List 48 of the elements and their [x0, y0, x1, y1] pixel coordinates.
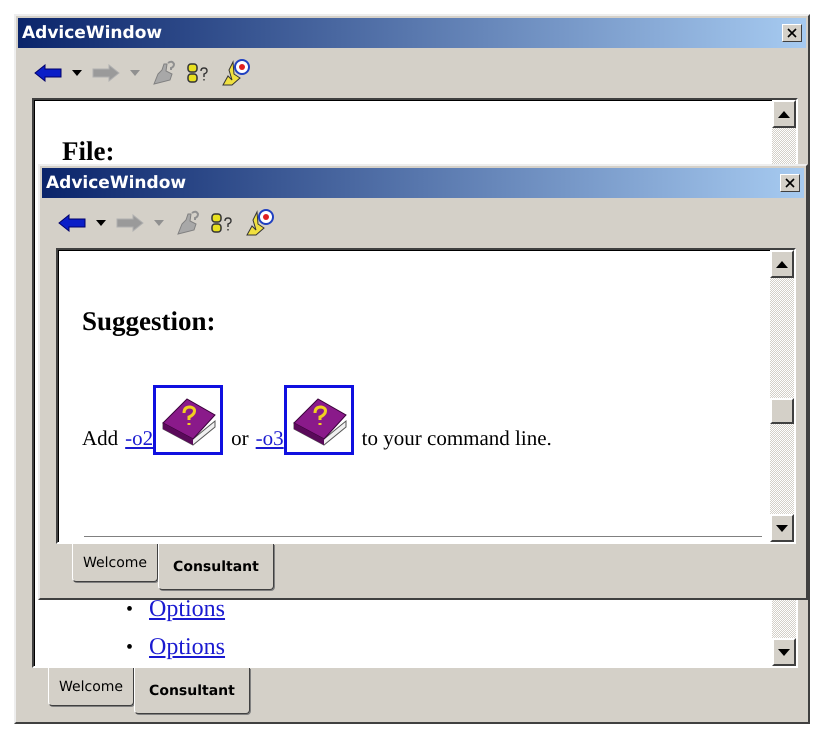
close-icon [787, 28, 797, 38]
target-icon [220, 58, 250, 88]
tab[interactable]: Welcome [72, 544, 158, 582]
toolbar-button[interactable] [32, 62, 64, 84]
forward-arrow-icon [116, 214, 144, 232]
options-link[interactable]: Options [149, 628, 226, 666]
target-icon [244, 208, 274, 238]
section-heading: Suggestion: [82, 306, 216, 337]
toolbar-button[interactable] [56, 212, 88, 234]
down-arrow-icon [778, 648, 790, 656]
option-link[interactable]: -o3 [256, 426, 284, 451]
caret-icon [154, 220, 164, 226]
sentence-text: Add [82, 426, 118, 451]
help-icon [186, 62, 210, 84]
window-title: AdviceWindow [22, 23, 162, 43]
help-book-icon[interactable] [153, 385, 224, 455]
tab[interactable]: Consultant [134, 668, 250, 714]
sentence-text: or [231, 426, 249, 451]
section-heading: File: [62, 136, 114, 167]
option-link[interactable]: -o2 [125, 426, 154, 451]
help-book-icon[interactable] [284, 385, 354, 455]
toolbar-button[interactable] [94, 218, 108, 228]
scroll-down-button[interactable] [770, 514, 794, 542]
scroll-up-button[interactable] [770, 250, 794, 278]
caret-icon [72, 70, 82, 76]
scroll-up-button[interactable] [772, 100, 796, 128]
scroll-down-button[interactable] [772, 638, 796, 666]
close-icon [785, 178, 795, 188]
bullet: • [126, 635, 134, 660]
scroll-thumb[interactable] [770, 398, 794, 424]
sentence-text: to your command line. [362, 426, 552, 451]
up-arrow-icon [776, 260, 788, 268]
forward-arrow-icon [92, 64, 120, 82]
close-button[interactable] [780, 174, 800, 192]
tab[interactable]: Consultant [158, 544, 274, 590]
up-arrow-icon [778, 110, 790, 118]
caret-icon [96, 220, 106, 226]
scrollbar[interactable] [770, 250, 794, 542]
tab[interactable]: Welcome [48, 668, 134, 706]
help-icon [210, 212, 234, 234]
toolbar-button[interactable] [70, 68, 84, 78]
back-arrow-icon [34, 64, 62, 82]
caret-icon [130, 70, 140, 76]
down-arrow-icon [776, 524, 788, 532]
bullet: • [126, 597, 134, 622]
back-arrow-icon [58, 214, 86, 232]
window-title: AdviceWindow [46, 173, 186, 193]
close-button[interactable] [782, 24, 802, 42]
